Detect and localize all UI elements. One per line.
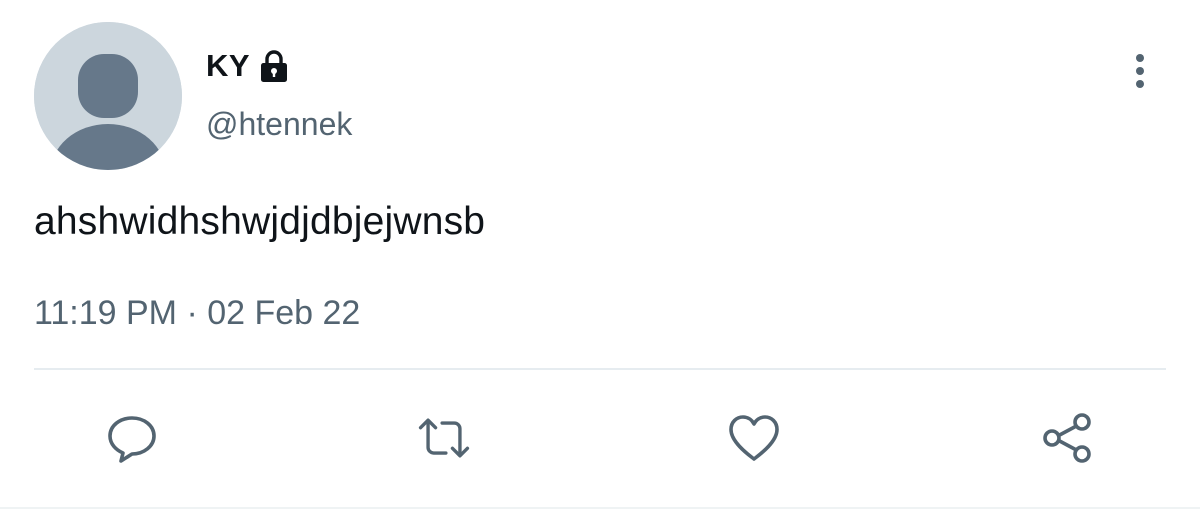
reply-button[interactable] [102,408,162,468]
lock-icon [258,49,290,83]
divider [34,368,1166,370]
tweet-card: KY @htennek ahshwidhshwjdjdbjejwnsb 11:1… [0,0,1200,524]
user-handle[interactable]: @htennek [206,106,352,143]
bottom-divider [0,507,1200,509]
share-button[interactable] [1038,408,1098,468]
reply-icon [108,416,156,463]
default-avatar-icon [34,22,182,170]
avatar[interactable] [34,22,182,170]
more-vertical-icon[interactable] [1120,48,1160,94]
retweet-button[interactable] [414,408,474,468]
display-name[interactable]: KY [206,48,250,84]
tweet-timestamp[interactable]: 11:19 PM · 02 Feb 22 [34,294,360,333]
tweet-text: ahshwidhshwjdjdbjejwnsb [34,200,486,243]
heart-icon [729,415,779,461]
like-button[interactable] [724,408,784,468]
retweet-icon [418,418,470,458]
name-row: KY [206,44,290,88]
share-icon [1043,413,1091,463]
